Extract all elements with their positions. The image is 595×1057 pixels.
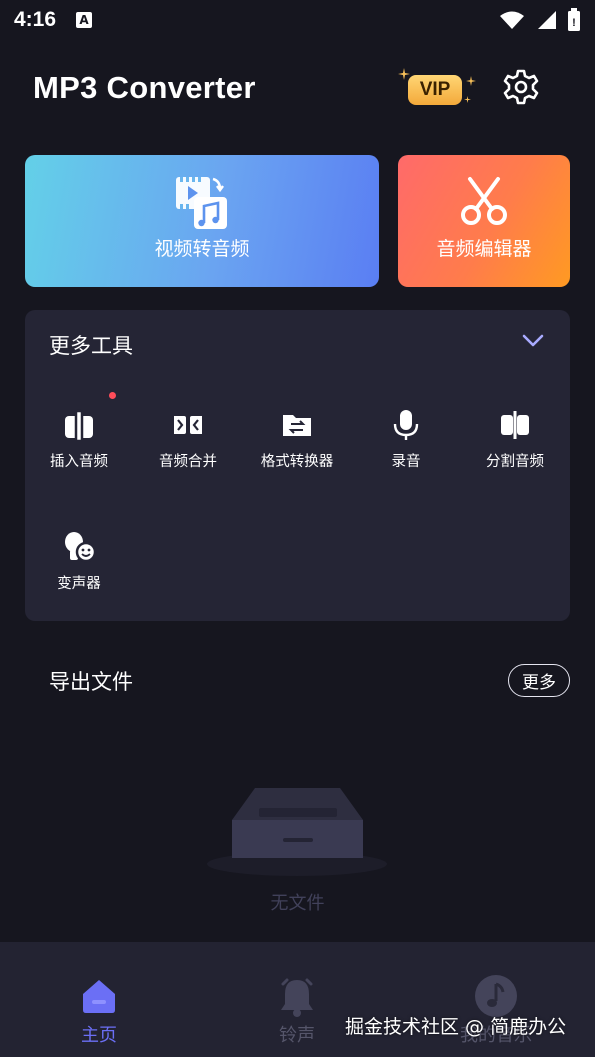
empty-tray-icon [207,788,387,876]
battery-icon: ! [568,8,580,31]
export-files-title: 导出文件 [49,670,133,694]
tool-label: 音频合并 [159,454,217,470]
vip-button[interactable]: VIP [398,66,478,110]
video-to-audio-label: 视频转音频 [154,238,250,260]
more-tools-panel: 更多工具 插入音频 音频合并 格式转换器 录音 分割音频 变声器 [25,310,570,621]
nav-ringtones[interactable]: 铃声 [198,942,396,1057]
bell-icon [277,974,317,1018]
vip-badge: VIP [408,75,462,105]
audio-editor-label: 音频编辑器 [436,238,532,260]
format-converter-icon [280,408,314,442]
tool-split-audio[interactable]: 分割音频 [461,408,569,471]
wifi-icon [500,11,524,29]
new-badge [109,392,116,399]
tool-voice-changer[interactable]: 变声器 [25,530,133,593]
tool-insert-audio[interactable]: 插入音频 [25,392,133,471]
home-icon [79,974,119,1018]
watermark-text: 掘金技术社区 @ 简鹿办公 [345,1016,567,1038]
voice-changer-icon [61,530,97,564]
svg-text:!: ! [572,17,576,29]
insert-audio-icon [62,408,96,442]
tool-label: 插入音频 [50,454,108,470]
app-header: MP3 Converter VIP [0,58,595,118]
merge-audio-icon [171,408,205,442]
nav-ringtones-label: 铃声 [279,1025,315,1046]
more-button[interactable]: 更多 [508,664,570,697]
bottom-nav: 主页 铃声 我的音乐 [0,942,595,1057]
tool-label: 格式转换器 [260,454,334,470]
video-audio-icon [176,177,227,229]
nav-my-music[interactable]: 我的音乐 [397,942,595,1057]
tool-label: 分割音频 [486,454,544,470]
status-time: 4:16 [14,8,57,31]
video-to-audio-card[interactable]: 视频转音频 [25,155,379,287]
split-audio-icon [498,408,532,442]
status-icons: ! [499,8,581,32]
tool-label: 录音 [391,454,421,470]
more-tools-title: 更多工具 [49,334,133,358]
app-title: MP3 Converter [33,70,256,105]
status-bar: 4:16 A ! [0,0,595,40]
sparkle-icon [466,76,476,86]
sparkle-icon [464,96,471,103]
tool-format-converter[interactable]: 格式转换器 [243,408,351,471]
signal-icon [538,11,556,29]
empty-state-text: 无文件 [270,893,325,914]
notification-a-icon: A [76,12,93,28]
audio-editor-card[interactable]: 音频编辑器 [398,155,570,287]
microphone-icon [389,408,423,442]
nav-home[interactable]: 主页 [0,942,198,1057]
tool-label: 变声器 [57,576,101,592]
scissors-icon [461,177,507,225]
gear-icon[interactable] [502,68,540,106]
nav-home-label: 主页 [81,1025,117,1046]
tool-merge-audio[interactable]: 音频合并 [134,408,242,471]
tool-record[interactable]: 录音 [352,408,460,471]
chevron-down-icon[interactable] [522,334,544,348]
